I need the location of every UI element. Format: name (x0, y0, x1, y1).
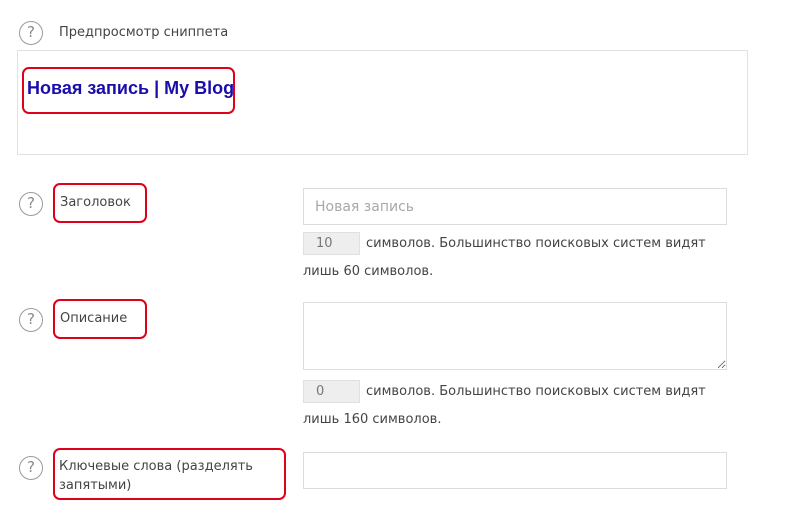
title-help-icon[interactable]: ? (19, 192, 43, 216)
description-label: Описание (60, 311, 128, 326)
title-hint-line2: лишь 60 символов. (303, 264, 434, 279)
keywords-input[interactable] (303, 452, 727, 489)
description-hint-line2: лишь 160 символов. (303, 412, 442, 427)
title-hint-line1: символов. Большинство поисковых систем в… (366, 236, 706, 251)
description-help-icon[interactable]: ? (19, 308, 43, 332)
title-input[interactable] (303, 188, 727, 225)
snippet-help-icon[interactable]: ? (19, 21, 43, 45)
keywords-label-line2: запятыми) (59, 478, 132, 493)
snippet-preview-title: Новая запись | My Blog (27, 78, 235, 98)
title-char-counter: 10 (303, 232, 360, 255)
keywords-label-line1: Ключевые слова (разделять (59, 459, 253, 474)
description-hint-line1: символов. Большинство поисковых систем в… (366, 384, 706, 399)
description-textarea[interactable] (303, 302, 727, 370)
snippet-preview-label: Предпросмотр сниппета (59, 25, 229, 40)
title-label: Заголовок (60, 195, 131, 210)
keywords-help-icon[interactable]: ? (19, 456, 43, 480)
description-char-counter: 0 (303, 380, 360, 403)
